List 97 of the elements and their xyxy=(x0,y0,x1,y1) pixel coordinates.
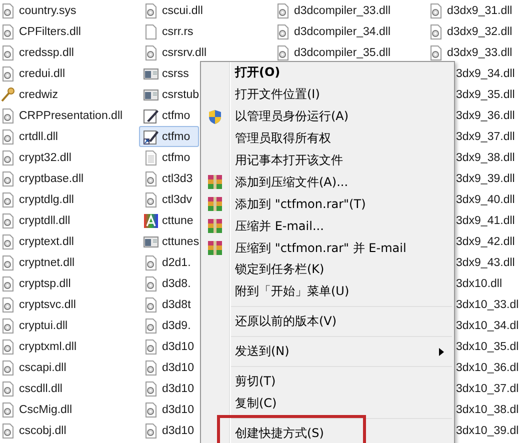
menu-item[interactable]: 打开(O) xyxy=(235,64,280,82)
file-name[interactable]: d3d9. xyxy=(162,320,191,332)
file-name[interactable]: cryptdlg.dll xyxy=(19,194,74,206)
file-name[interactable]: 3dx10_37.dl xyxy=(456,382,519,394)
file-name[interactable]: 3dx9_37.dll xyxy=(456,130,515,142)
menu-item[interactable]: 以管理员身份运行(A) xyxy=(235,108,349,126)
menu-item[interactable]: 压缩到 "ctfmon.rar" 并 E-mail xyxy=(235,240,406,257)
file-name[interactable]: ctfmo xyxy=(162,110,190,122)
archive-icon xyxy=(207,174,223,190)
pen-shortcut-icon xyxy=(143,128,159,144)
file-name[interactable]: 3dx9_34.dll xyxy=(456,68,515,80)
menu-item[interactable]: 压缩并 E-mail... xyxy=(235,218,324,235)
menu-item[interactable]: 锁定到任务栏(K) xyxy=(235,261,324,278)
file-name[interactable]: d3d8. xyxy=(162,278,191,290)
file-name[interactable]: cscdll.dll xyxy=(19,382,62,394)
file-name[interactable]: 3dx9_41.dll xyxy=(456,214,515,226)
file-name[interactable]: d3d8t xyxy=(162,298,191,310)
file-name[interactable]: cttune xyxy=(162,214,194,226)
file-name[interactable]: cryptxml.dll xyxy=(19,340,77,352)
file-name[interactable]: 3dx9_35.dll xyxy=(456,88,515,100)
file-name[interactable]: 3dx9_38.dll xyxy=(456,152,515,164)
file-name[interactable]: 3dx9_39.dll xyxy=(456,172,515,184)
file-name[interactable]: 3dx10.dll xyxy=(456,278,502,290)
file-name[interactable]: cryptui.dll xyxy=(19,320,68,332)
window-icon xyxy=(143,86,159,102)
file-name[interactable]: CPFilters.dll xyxy=(19,26,81,38)
file-name[interactable]: cscapi.dll xyxy=(19,362,66,374)
file-name[interactable]: 3dx9_36.dll xyxy=(456,110,515,122)
file-name[interactable]: cryptext.dll xyxy=(19,236,74,248)
file-name[interactable]: d3dx9_32.dll xyxy=(447,26,512,38)
menu-item[interactable]: 创建快捷方式(S) xyxy=(235,424,324,442)
file-name[interactable]: 3dx10_38.dl xyxy=(456,404,519,416)
file-name[interactable]: d3d10 xyxy=(162,340,194,352)
file-icon xyxy=(143,24,159,40)
menu-item[interactable]: 管理员取得所有权 xyxy=(235,130,331,148)
file-name[interactable]: cryptbase.dll xyxy=(19,172,84,184)
file-name[interactable]: credssp.dll xyxy=(19,46,74,58)
file-name[interactable]: ctl3dv xyxy=(162,194,192,206)
menu-item[interactable]: 发送到(N) xyxy=(235,343,290,360)
file-name[interactable]: d3d10 xyxy=(162,382,194,394)
file-name[interactable]: d3d10 xyxy=(162,404,194,416)
archive-icon xyxy=(207,240,223,256)
window-icon xyxy=(143,234,159,250)
text-file-icon xyxy=(143,150,159,166)
archive-icon xyxy=(207,196,223,212)
menu-item[interactable]: 添加到 "ctfmon.rar"(T) xyxy=(235,196,366,213)
file-name[interactable]: d3d10 xyxy=(162,424,194,436)
file-name[interactable]: ctfmo xyxy=(162,152,190,164)
file-name[interactable]: cscui.dll xyxy=(162,4,203,16)
file-name[interactable]: d3dx9_33.dll xyxy=(447,46,512,58)
file-name[interactable]: crtdll.dll xyxy=(19,130,58,142)
file-name[interactable]: csrstub xyxy=(162,88,200,100)
letter-a-icon xyxy=(143,212,159,228)
file-name[interactable]: 3dx9_43.dll xyxy=(456,256,515,268)
file-name[interactable]: cryptsp.dll xyxy=(19,278,71,290)
file-name[interactable]: country.sys xyxy=(19,4,76,16)
file-name[interactable]: credui.dll xyxy=(19,68,66,80)
file-name[interactable]: CscMig.dll xyxy=(19,404,72,416)
file-name[interactable]: 3dx9_40.dll xyxy=(456,194,515,206)
file-name[interactable]: d3dx9_31.dll xyxy=(447,4,512,16)
file-name[interactable]: 3dx9_42.dll xyxy=(456,236,515,248)
file-name[interactable]: ctl3d3 xyxy=(162,172,193,184)
file-name[interactable]: credwiz xyxy=(19,88,58,100)
file-name[interactable]: csrsrv.dll xyxy=(162,46,207,58)
file-name[interactable]: d3dcompiler_34.dll xyxy=(294,26,391,38)
file-name[interactable]: 3dx10_34.dl xyxy=(456,320,519,332)
key-icon xyxy=(0,86,16,102)
shield-icon xyxy=(207,108,223,125)
file-name[interactable]: CRPPresentation.dll xyxy=(19,110,123,122)
file-name[interactable]: ctfmo xyxy=(162,130,190,142)
file-name[interactable]: cscobj.dll xyxy=(19,424,66,436)
pen-icon xyxy=(143,108,159,124)
menu-item[interactable]: 打开文件位置(I) xyxy=(235,86,320,104)
file-name[interactable]: crypt32.dll xyxy=(19,152,72,164)
file-name[interactable]: 3dx10_36.dl xyxy=(456,362,519,374)
file-name[interactable]: cttunes xyxy=(162,236,200,248)
file-name[interactable]: 3dx10_35.dl xyxy=(456,340,519,352)
menu-item[interactable]: 还原以前的版本(V) xyxy=(235,313,337,330)
menu-item[interactable]: 复制(C) xyxy=(235,394,277,412)
file-name[interactable]: cryptnet.dll xyxy=(19,256,75,268)
menu-item[interactable]: 附到「开始」菜单(U) xyxy=(235,283,350,300)
archive-icon xyxy=(207,218,223,234)
file-name[interactable]: d3dcompiler_33.dll xyxy=(294,4,391,16)
file-name[interactable]: cryptdll.dll xyxy=(19,214,70,226)
selected-file-item[interactable]: ctfmo xyxy=(139,126,200,147)
menu-item[interactable]: 剪切(T) xyxy=(235,372,276,390)
file-name[interactable]: d3dcompiler_35.dll xyxy=(294,46,391,58)
file-name[interactable]: csrr.rs xyxy=(162,26,194,38)
file-name[interactable]: d2d1. xyxy=(162,256,191,268)
file-name[interactable]: 3dx10_39.dl xyxy=(456,424,519,436)
menu-item[interactable]: 用记事本打开该文件 xyxy=(235,152,343,169)
file-name[interactable]: csrss xyxy=(162,68,189,80)
file-name[interactable]: cryptsvc.dll xyxy=(19,298,76,310)
file-name[interactable]: 3dx10_33.dl xyxy=(456,298,519,310)
menu-item[interactable]: 添加到压缩文件(A)... xyxy=(235,174,348,191)
window-icon xyxy=(143,66,159,82)
file-name[interactable]: d3d10 xyxy=(162,362,194,374)
